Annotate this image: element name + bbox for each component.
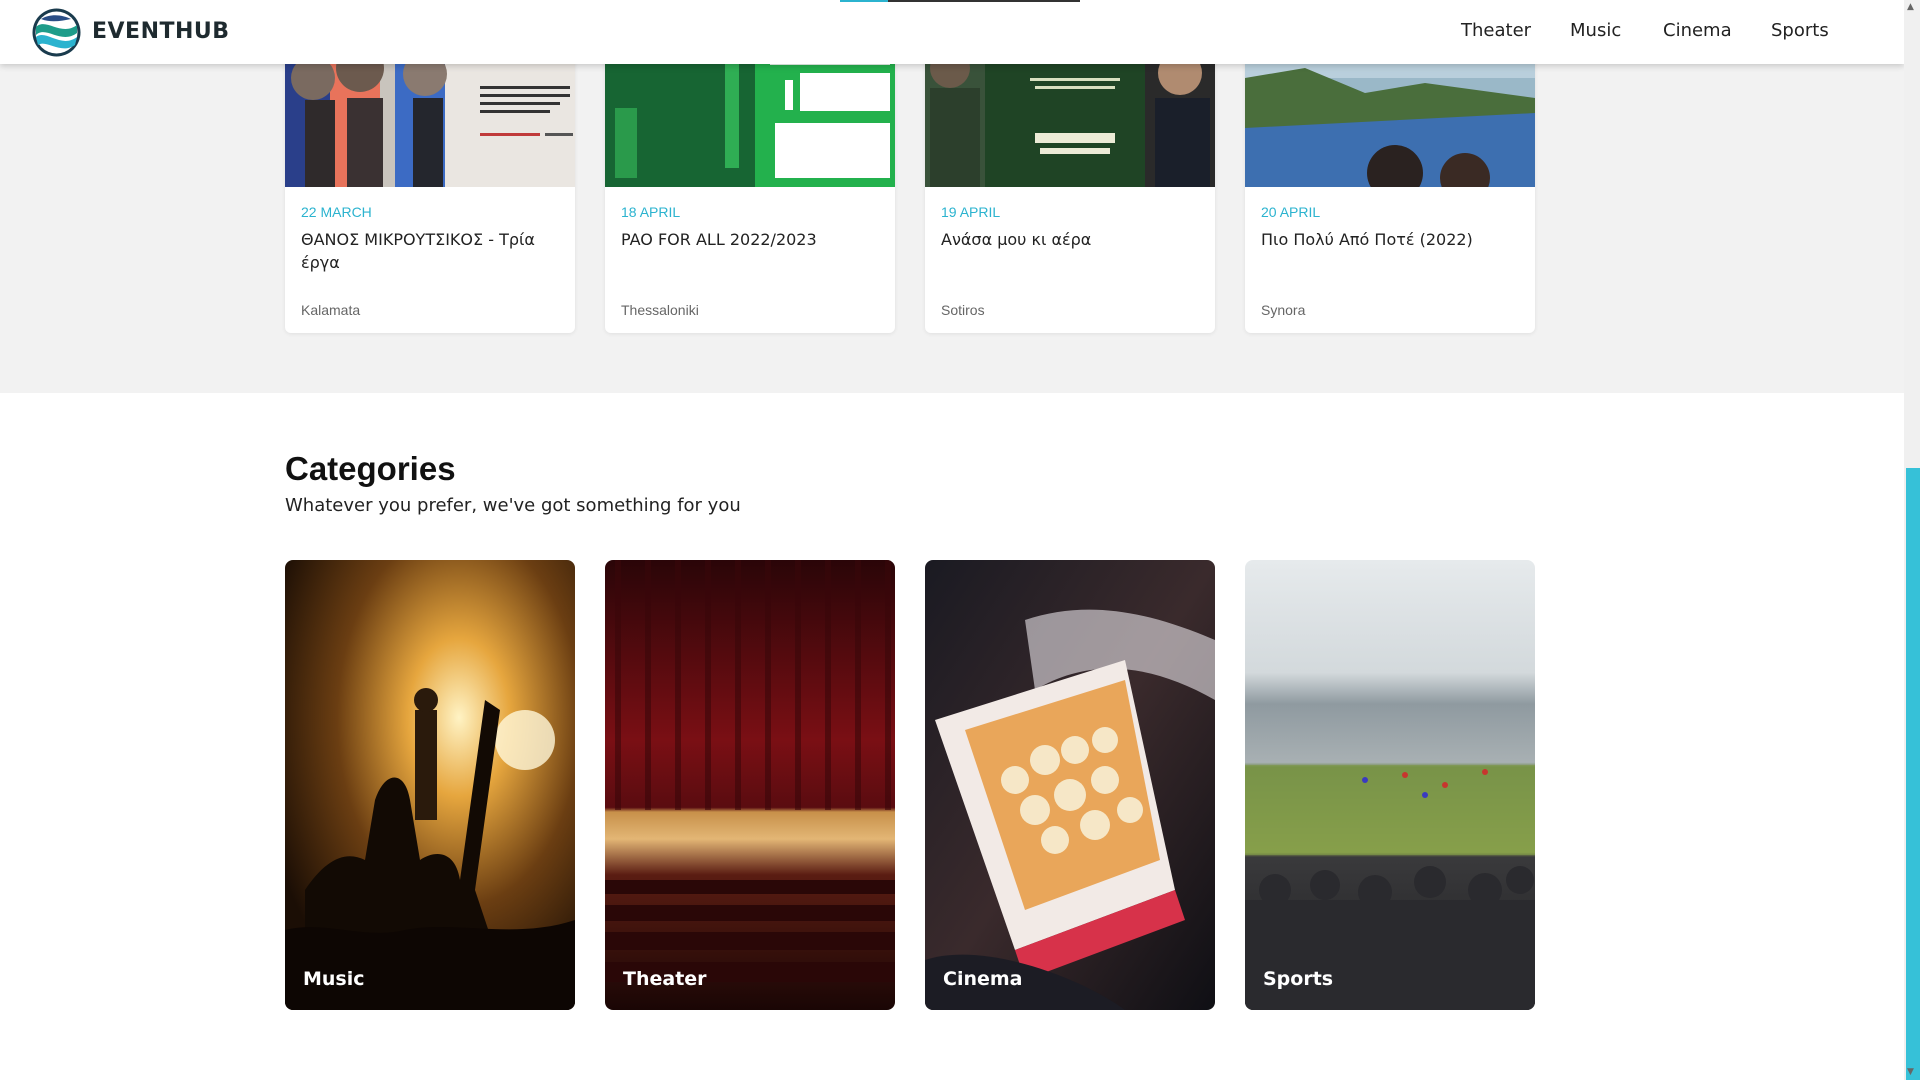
event-location: Thessaloniki [621,302,699,318]
categories-heading: Categories [285,450,456,487]
nav-music[interactable]: Music [1570,20,1621,41]
event-title[interactable]: Πιο Πολύ Από Ποτέ (2022) [1261,228,1521,251]
event-card[interactable]: 20 APRIL Πιο Πολύ Από Ποτέ (2022) Synora [1245,38,1535,333]
scroll-up-arrow-icon[interactable]: ▲ [1907,2,1917,12]
event-date: 22 MARCH [301,204,372,220]
category-card-sports[interactable]: Sports [1245,560,1535,1010]
event-card[interactable]: 19 APRIL Ανάσα μου κι αέρα Sotiros [925,38,1215,333]
category-label: Sports [1263,968,1334,990]
main-nav: Theater Music Cinema Sports [0,20,1904,46]
theater-image [605,560,895,1010]
event-title[interactable]: ΘΑΝΟΣ ΜΙΚΡΟΥΤΣΙΚΟΣ - Τρία έργα [301,228,561,274]
category-card-cinema[interactable]: Cinema [925,560,1215,1010]
nav-divider-accent [840,0,888,2]
music-image [285,560,575,1010]
event-title[interactable]: Ανάσα μου κι αέρα [941,228,1201,251]
sports-image [1245,560,1535,1010]
scroll-down-arrow-icon[interactable]: ▼ [1907,1067,1917,1077]
category-card-music[interactable]: Music [285,560,575,1010]
category-label: Music [303,968,365,990]
event-card[interactable]: 22 MARCH ΘΑΝΟΣ ΜΙΚΡΟΥΤΣΙΚΟΣ - Τρία έργα … [285,38,575,333]
page-scrollbar[interactable]: ▲ ▼ [1904,0,1920,1080]
nav-theater[interactable]: Theater [1461,20,1531,41]
event-location: Kalamata [301,302,361,318]
event-card[interactable]: 18 APRIL PAO FOR ALL 2022/2023 Thessalon… [605,38,895,333]
event-date: 20 APRIL [1261,204,1321,220]
scrollbar-thumb[interactable] [1906,468,1920,1080]
event-title[interactable]: PAO FOR ALL 2022/2023 [621,228,881,251]
event-date: 18 APRIL [621,204,681,220]
nav-cinema[interactable]: Cinema [1663,20,1732,41]
event-location: Sotiros [941,302,985,318]
category-card-theater[interactable]: Theater [605,560,895,1010]
cinema-image [925,560,1215,1010]
event-date: 19 APRIL [941,204,1001,220]
category-label: Theater [623,968,707,990]
event-location: Synora [1261,302,1306,318]
category-label: Cinema [943,968,1023,990]
categories-subtitle: Whatever you prefer, we've got something… [285,495,741,516]
top-navbar: EVENTHUB Theater Music Cinema Sports [0,0,1904,64]
nav-sports[interactable]: Sports [1771,20,1829,41]
page: 22 MARCH ΘΑΝΟΣ ΜΙΚΡΟΥΤΣΙΚΟΣ - Τρία έργα … [0,0,1904,1080]
